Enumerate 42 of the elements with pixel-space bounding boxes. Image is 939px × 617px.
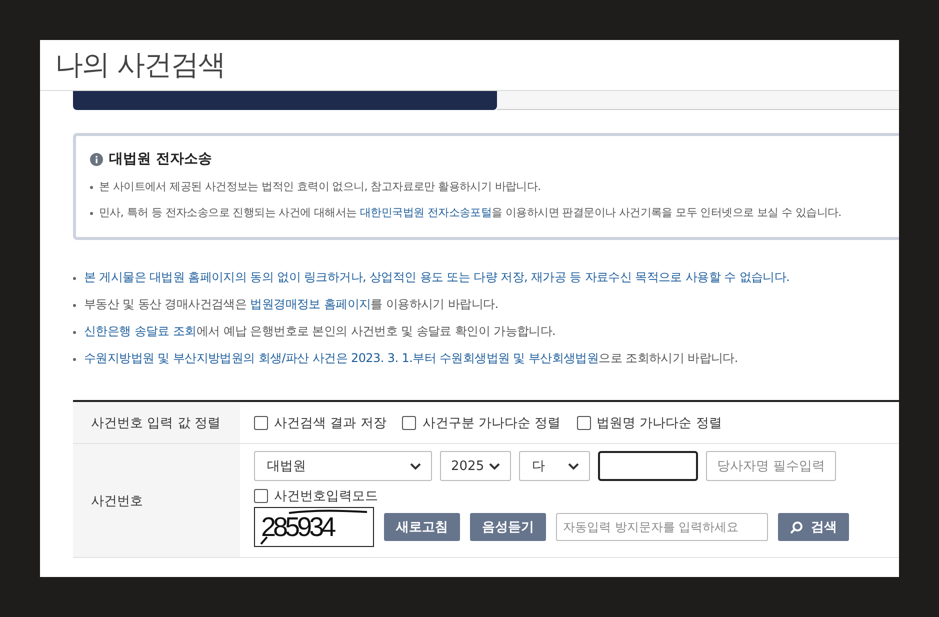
year-select[interactable]: 2025 xyxy=(440,451,511,481)
bullet-icon xyxy=(73,331,76,334)
case-number-field[interactable] xyxy=(598,451,698,481)
field-label: 사건번호 입력 값 정렬 xyxy=(91,414,220,432)
chevron-down-icon xyxy=(568,462,579,470)
refresh-button[interactable]: 새로고침 xyxy=(384,513,460,541)
notice-text: 부동산 및 동산 경매사건검색은 법원경매정보 홈페이지를 이용하시기 바랍니다. xyxy=(84,296,498,313)
search-icon xyxy=(790,520,803,534)
info-text: 민사, 특허 등 전자소송으로 진행되는 사건에 대해서는 대한민국법원 전자소송포털을 이용하시면 판결문이나 사건기록을 모두 인터넷으로 보실 수 있습니다. xyxy=(99,205,842,221)
party-name-field[interactable]: 당사자명 필수입력 xyxy=(706,451,836,481)
info-text: 본 사이트에서 제공된 사건정보는 법적인 효력이 없으니, 참고자료로만 활용하시기 바랍니다. xyxy=(99,179,541,195)
checkbox[interactable] xyxy=(254,489,268,503)
checkbox[interactable] xyxy=(254,416,268,430)
checkbox-label: 법원명 가나다순 정렬 xyxy=(596,414,722,432)
bullet-icon xyxy=(73,277,76,280)
audio-button[interactable]: 음성듣기 xyxy=(470,513,546,541)
text-link[interactable]: 신한은행 송달료 조회 xyxy=(84,324,196,338)
info-title: 대법원 전자소송 xyxy=(109,150,212,168)
chevron-down-icon xyxy=(489,462,500,470)
bullet-icon xyxy=(73,304,76,307)
text-link[interactable]: 본 게시물은 대법원 홈페이지의 동의 없이 링크하거나, 상업적인 용도 또는 다량 저장, 재가공 등 자료수신 목적으로 사용할 수 없습니다. xyxy=(84,270,790,284)
bullet-icon xyxy=(90,212,93,215)
info-icon xyxy=(90,152,103,166)
checkbox[interactable] xyxy=(402,416,416,430)
captcha-field[interactable]: 자동입력 방지문자를 입력하세요 xyxy=(556,513,768,541)
text-link[interactable]: 수원지방법원 및 부산지방법원의 회생/파산 사건은 2023. 3. 1.부터 수원회생법원 및 부산회생법원 xyxy=(84,351,599,365)
field-label: 사건번호 xyxy=(91,492,143,510)
text-link[interactable]: 대한민국법원 전자소송포털 xyxy=(360,206,492,219)
court-select[interactable]: 대법원 xyxy=(254,451,432,481)
bullet-icon xyxy=(73,358,76,361)
chevron-down-icon xyxy=(410,462,421,470)
captcha-image: 285934 xyxy=(254,507,374,547)
checkbox-label: 사건번호입력모드 xyxy=(274,488,378,505)
text-link[interactable]: 법원경매정보 홈페이지 xyxy=(250,297,371,311)
checkbox-label: 사건구분 가나다순 정렬 xyxy=(422,414,561,432)
checkbox[interactable] xyxy=(576,416,591,430)
search-button[interactable]: 검색 xyxy=(778,513,849,541)
bullet-icon xyxy=(90,186,93,189)
case-type-select[interactable]: 다 xyxy=(519,451,590,481)
notice-text: 수원지방법원 및 부산지방법원의 회생/파산 사건은 2023. 3. 1.부터 수원회생법원 및 부산회생법원으로 조회하시기 바랍니다. xyxy=(84,350,738,367)
checkbox-label: 사건검색 결과 저장 xyxy=(274,414,386,432)
notice-text: 신한은행 송달료 조회에서 예납 은행번호로 본인의 사건번호 및 송달료 확인이 가능합니다. xyxy=(84,323,556,340)
